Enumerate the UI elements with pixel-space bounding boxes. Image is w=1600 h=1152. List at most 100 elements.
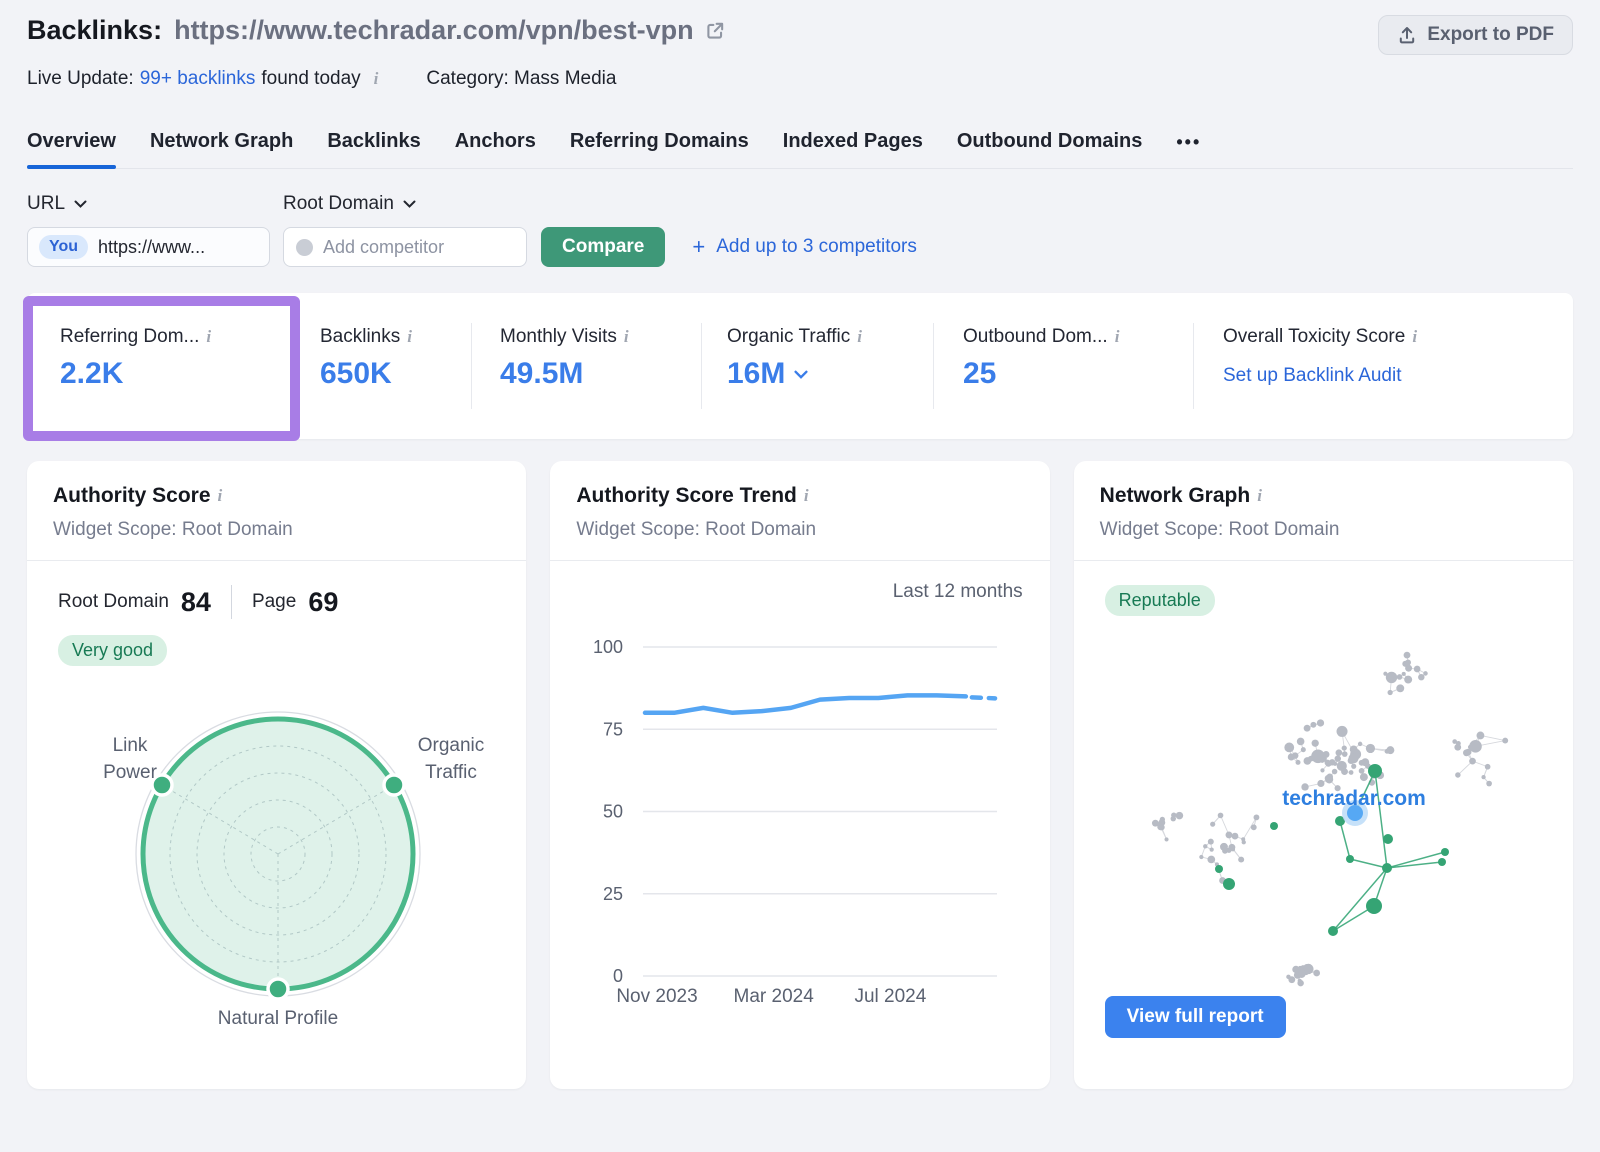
compare-controls: You https://www... Add competitor Compar… [27,227,1573,267]
root-domain-scope-dropdown[interactable]: Root Domain [283,193,416,215]
monthly-visits-value: 49.5M [500,357,629,391]
network-graph-visualization[interactable]: techradar.com [1074,616,1563,1056]
competitor-placeholder: Add competitor [323,237,444,258]
network-graph-title: Network Graph [1100,484,1251,508]
radar-score-area [143,719,413,989]
axis-label-power: Power [103,762,158,783]
axis-label-link: Link [113,735,148,756]
tab-network-graph[interactable]: Network Graph [150,130,293,168]
organic-traffic-value: 16M [727,357,785,391]
axis-label-natural-profile: Natural Profile [218,1008,338,1029]
info-icon[interactable]: i [1412,327,1417,347]
svg-text:25: 25 [603,884,623,904]
page-score: 69 [308,587,338,618]
authority-score-title: Authority Score [53,484,211,508]
live-update-link[interactable]: 99+ backlinks [140,68,256,90]
axis-label-traffic: Traffic [425,762,477,783]
add-competitor-input[interactable]: Add competitor [283,227,527,267]
network-gray-layer [1152,652,1508,987]
divider [471,323,472,409]
svg-text:75: 75 [603,719,623,739]
tab-backlinks[interactable]: Backlinks [327,130,420,168]
filter-selectors: URL Root Domain [27,193,1573,215]
divider [701,323,702,409]
compare-button[interactable]: Compare [541,227,665,267]
backlinks-value: 650K [320,357,412,391]
chevron-down-icon [403,200,416,208]
chevron-down-icon [74,200,87,208]
divider [1193,323,1194,409]
competitor-dot-icon [296,239,313,256]
you-badge: You [39,235,88,259]
referring-domains-value: 2.2K [60,357,211,391]
external-link-icon[interactable] [704,20,726,42]
radar-point-organic-traffic [384,775,404,795]
view-full-report-button[interactable]: View full report [1105,996,1286,1038]
svg-text:Mar 2024: Mar 2024 [734,986,815,1007]
root-domain-score-label: Root Domain [58,591,169,613]
radar-point-natural-profile [268,979,288,999]
info-icon[interactable]: i [624,327,629,347]
page-score-label: Page [252,591,296,613]
svg-text:Jul 2024: Jul 2024 [855,986,927,1007]
svg-text:100: 100 [593,637,623,657]
add-competitors-link[interactable]: + Add up to 3 competitors [692,234,917,260]
metric-organic-traffic: Organic Traffici 16M [727,326,862,391]
info-icon[interactable]: i [374,69,379,89]
axis-label-organic: Organic [418,735,485,756]
tab-anchors[interactable]: Anchors [455,130,536,168]
info-icon[interactable]: i [1257,486,1262,506]
svg-text:Nov 2023: Nov 2023 [617,986,698,1007]
center-node-label: techradar.com [1282,787,1426,810]
page-header: Backlinks: https://www.techradar.com/vpn… [27,0,1573,55]
page-title-prefix: Backlinks: [27,15,162,46]
export-to-pdf-button[interactable]: Export to PDF [1378,15,1573,55]
authority-score-card: Authority Score i Widget Scope: Root Doma… [27,461,526,1089]
tab-indexed-pages[interactable]: Indexed Pages [783,130,923,168]
root-domain-score: 84 [181,587,211,618]
tab-overview[interactable]: Overview [27,130,116,168]
network-graph-card: Network Graphi Widget Scope: Root Domain… [1074,461,1573,1089]
live-update-label: Live Update: [27,68,134,90]
category-label: Category: Mass Media [426,68,616,90]
backlinks-overview-page: Backlinks: https://www.techradar.com/vpn… [0,0,1600,1089]
trend-title: Authority Score Trend [576,484,797,508]
metric-referring-domains: Referring Dom...i 2.2K [60,326,211,391]
authority-score-badge: Very good [58,635,167,666]
page-title: Backlinks: https://www.techradar.com/vpn… [27,15,726,46]
chevron-down-icon[interactable] [794,370,808,379]
widget-scope: Widget Scope: Root Domain [53,519,500,541]
authority-score-values: Root Domain 84 Page 69 [58,585,526,619]
url-scope-dropdown[interactable]: URL [27,193,283,215]
svg-text:0: 0 [613,966,623,986]
divider [231,585,232,619]
export-label: Export to PDF [1427,24,1554,46]
metric-toxicity-score: Overall Toxicity Scorei Set up Backlink … [1223,326,1417,387]
analyzed-url: https://www.techradar.com/vpn/best-vpn [174,15,694,46]
info-icon[interactable]: i [218,486,223,506]
live-update-suffix: found today [261,68,360,90]
metric-outbound-domains: Outbound Dom...i 25 [963,326,1119,391]
info-icon[interactable]: i [1115,327,1120,347]
widgets-row: Authority Score i Widget Scope: Root Doma… [27,461,1573,1089]
you-domain-input[interactable]: You https://www... [27,227,270,267]
plus-icon: + [692,234,705,260]
tab-outbound-domains[interactable]: Outbound Domains [957,130,1143,168]
summary-metrics-bar: Referring Dom...i 2.2K Backlinksi 650K M… [27,293,1573,439]
info-icon[interactable]: i [804,486,809,506]
authority-score-radar-chart: Link Power Organic Traffic Natural Profi… [27,676,516,1048]
divider [933,323,934,409]
tabs-more-button[interactable]: ••• [1176,132,1201,168]
trend-range-label: Last 12 months [550,581,1022,603]
tab-referring-domains[interactable]: Referring Domains [570,130,749,168]
info-icon[interactable]: i [407,327,412,347]
authority-score-trend-card: Authority Score Trend i Widget Scope: Roo… [550,461,1049,1089]
export-icon [1397,25,1417,45]
metric-backlinks: Backlinksi 650K [320,326,412,391]
info-icon[interactable]: i [857,327,862,347]
widget-scope: Widget Scope: Root Domain [576,519,1023,541]
setup-backlink-audit-link[interactable]: Set up Backlink Audit [1223,365,1417,387]
svg-text:50: 50 [603,802,623,822]
info-icon[interactable]: i [206,327,211,347]
report-tabs: Overview Network Graph Backlinks Anchors… [27,130,1573,169]
